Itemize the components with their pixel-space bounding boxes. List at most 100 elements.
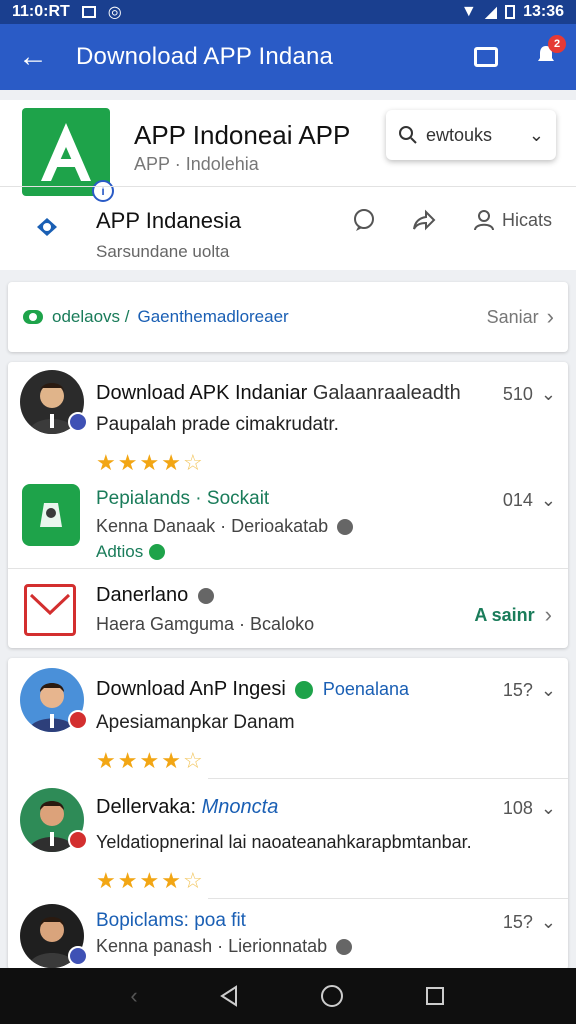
check-circle-icon bbox=[149, 544, 166, 560]
chevron-right-icon: › bbox=[544, 602, 552, 627]
item-description: Kenna Danaak · Derioakatab bbox=[96, 516, 354, 537]
list-item[interactable]: Danerlano Haera Gamguma · Bcaloko A sain… bbox=[8, 570, 568, 648]
verified-badge-icon bbox=[68, 412, 88, 432]
item-action-label: A sainr bbox=[474, 604, 535, 625]
count-value: 510 bbox=[502, 384, 533, 404]
chevron-down-icon: ⌄ bbox=[540, 490, 556, 510]
item-description-text: Kenna Danaak · Derioakatab bbox=[96, 516, 329, 536]
item-count[interactable]: 108 ⌄ bbox=[503, 798, 556, 819]
header-actions: Hicats bbox=[352, 208, 552, 232]
verified-badge-icon bbox=[68, 946, 88, 966]
item-link[interactable]: Mnoncta bbox=[202, 796, 279, 818]
signal-icon: ◢ bbox=[484, 4, 498, 21]
notification-icon bbox=[81, 6, 96, 18]
item-count[interactable]: 15? ⌄ bbox=[503, 680, 556, 701]
star-icon: ★ bbox=[139, 868, 160, 893]
chevron-down-icon: ⌄ bbox=[540, 912, 556, 932]
comment-button[interactable] bbox=[352, 208, 376, 232]
item-count[interactable]: 510 ⌄ bbox=[503, 384, 556, 405]
chevron-down-icon: ⌄ bbox=[540, 798, 556, 818]
list-card-b: Download AnP Ingesi Poenalana 15? ⌄ Apes… bbox=[8, 658, 568, 970]
star-icon: ★ bbox=[161, 868, 181, 893]
star-icon: ★ bbox=[161, 748, 181, 773]
item-title: Download AnP Ingesi Poenalana bbox=[96, 678, 409, 701]
badge-icon bbox=[68, 830, 88, 850]
info-icon: i bbox=[92, 180, 114, 202]
item-description: Paupalah prade cimakrudatr. bbox=[96, 414, 339, 435]
back-arrow-icon[interactable]: ← bbox=[18, 42, 48, 72]
item-title-text: Danerlano bbox=[96, 584, 189, 606]
nav-back-icon[interactable] bbox=[218, 985, 240, 1007]
nav-back-hint-icon: ‹ bbox=[130, 983, 138, 1008]
mail-icon bbox=[24, 584, 76, 636]
list-item[interactable]: Bopiclams: poa fit 15? ⌄ Kenna panash · … bbox=[8, 900, 568, 970]
item-description: Apesiamanpkar Danam bbox=[96, 712, 295, 733]
header-divider bbox=[0, 186, 576, 187]
app-logo[interactable]: i bbox=[22, 108, 114, 202]
person-icon bbox=[473, 210, 494, 231]
item-count[interactable]: 014 ⌄ bbox=[503, 490, 556, 511]
share-icon bbox=[412, 209, 436, 231]
category-action[interactable]: Saniar › bbox=[487, 304, 554, 330]
notification-bell-icon[interactable]: 2 bbox=[534, 34, 566, 72]
chevron-down-icon: ⌄ bbox=[540, 384, 556, 404]
star-outline-icon: ☆ bbox=[182, 868, 203, 893]
item-title-text: Download APK Indaniar bbox=[96, 382, 308, 404]
share-button[interactable] bbox=[412, 208, 436, 232]
chevron-icon: ⌄ bbox=[528, 124, 544, 145]
star-rating: ★ ★ ★ ★ ☆ bbox=[96, 748, 203, 774]
item-title: Bopiclams: poa fit bbox=[96, 910, 246, 931]
cast-icon[interactable] bbox=[474, 47, 498, 67]
divider bbox=[8, 568, 568, 569]
item-description: Yeldatiopnerinal lai naoateanahkarapbmta… bbox=[96, 832, 472, 852]
verified-icon bbox=[337, 519, 354, 536]
item-action-link[interactable]: A sainr › bbox=[474, 602, 552, 628]
profile-label: Hicats bbox=[501, 209, 552, 230]
category-icon bbox=[23, 310, 43, 324]
item-tag: Adtios bbox=[96, 542, 166, 562]
item-title: Danerlano bbox=[96, 584, 214, 607]
item-title: Pepialands · Sockait bbox=[96, 488, 270, 509]
item-title: Dellervaka: Mnoncta bbox=[96, 796, 278, 819]
status-clock: 13:36 bbox=[523, 3, 564, 20]
star-icon: ★ bbox=[117, 450, 138, 475]
list-item[interactable]: Download APK Indaniar Galaanraaleadth 51… bbox=[8, 362, 568, 475]
item-extra-text: Galaanraaleadth bbox=[312, 382, 461, 404]
count-value: 15? bbox=[502, 912, 533, 932]
list-item[interactable]: Download AnP Ingesi Poenalana 15? ⌄ Apes… bbox=[8, 658, 568, 776]
system-nav-bar: ‹ bbox=[0, 968, 576, 1024]
star-rating: ★ ★ ★ ★ ☆ bbox=[96, 868, 203, 894]
status-bar: 11:0:RT ◎ ▼ ◢ 13:36 bbox=[0, 0, 576, 24]
category-action-label: Saniar bbox=[486, 306, 539, 327]
star-icon: ★ bbox=[117, 868, 138, 893]
app-bar-title: Downoload APP Indana bbox=[76, 43, 334, 70]
divider bbox=[208, 898, 568, 899]
count-value: 014 bbox=[502, 490, 533, 510]
category-green-text: odelaovs / bbox=[52, 307, 130, 326]
star-outline-icon: ☆ bbox=[182, 450, 203, 475]
star-icon: ★ bbox=[96, 868, 116, 893]
item-count[interactable]: 15? ⌄ bbox=[503, 912, 556, 933]
nav-home-icon[interactable] bbox=[320, 984, 344, 1008]
item-link[interactable]: Poenalana bbox=[323, 679, 409, 699]
nav-recents-icon[interactable] bbox=[424, 985, 446, 1007]
item-tag-text: Adtios bbox=[96, 542, 144, 561]
item-title: Download APK Indaniar Galaanraaleadth bbox=[96, 382, 461, 405]
battery-icon bbox=[505, 5, 516, 19]
search-icon bbox=[399, 126, 417, 144]
list-item[interactable]: Dellervaka: Mnoncta 108 ⌄ Yeldatiopnerin… bbox=[8, 780, 568, 898]
item-description: Kenna panash · Lierionnatab bbox=[96, 936, 353, 957]
count-value: 108 bbox=[502, 798, 533, 818]
search-box[interactable]: ewtouks ⌄ bbox=[386, 110, 556, 160]
profile-button[interactable]: Hicats bbox=[472, 208, 552, 232]
app-bar: ← Downoload APP Indana 2 bbox=[0, 24, 576, 90]
app-logo-letter-icon bbox=[41, 123, 91, 181]
star-icon: ★ bbox=[139, 450, 160, 475]
list-item[interactable]: Pepialands · Sockait 014 ⌄ Kenna Danaak … bbox=[8, 480, 568, 568]
notification-count-badge: 2 bbox=[548, 34, 566, 53]
developer-name[interactable]: APP Indanesia bbox=[96, 208, 241, 234]
list-card-a: Download APK Indaniar Galaanraaleadth 51… bbox=[8, 362, 568, 648]
item-description: Haera Gamguma · Bcaloko bbox=[96, 614, 315, 634]
category-card[interactable]: odelaovs / Gaenthemadloreaer Saniar › bbox=[8, 282, 568, 352]
chevron-right-icon: › bbox=[546, 304, 554, 329]
